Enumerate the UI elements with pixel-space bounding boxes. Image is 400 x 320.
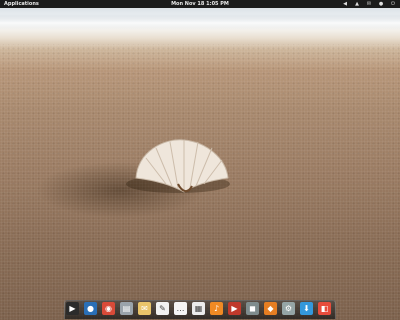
web-browser-icon[interactable]: ●: [84, 302, 97, 315]
settings-icon[interactable]: ⚙: [282, 302, 295, 315]
system-tray: ◀ ▲ ✉ ● ⏻: [342, 1, 396, 7]
downloads-icon[interactable]: ⬇: [300, 302, 313, 315]
music-icon[interactable]: ♪: [210, 302, 223, 315]
clock[interactable]: Mon Nov 18 1:05 PM: [0, 0, 400, 8]
calendar-icon[interactable]: ▦: [192, 302, 205, 315]
wave-foam: [0, 16, 400, 30]
text-editor-icon[interactable]: ✎: [156, 302, 169, 315]
network-icon[interactable]: ▲: [354, 1, 360, 7]
chrome-icon[interactable]: ◉: [102, 302, 115, 315]
terminal-icon[interactable]: ▶: [66, 302, 79, 315]
user-icon[interactable]: ●: [378, 1, 384, 7]
power-icon[interactable]: ⏻: [390, 1, 396, 7]
photos-icon[interactable]: ◼: [246, 302, 259, 315]
software-center-icon[interactable]: ◆: [264, 302, 277, 315]
media-player-icon[interactable]: ▶: [228, 302, 241, 315]
appearance-icon[interactable]: ◧: [318, 302, 331, 315]
files-icon[interactable]: ▤: [120, 302, 133, 315]
top-panel: Applications Mon Nov 18 1:05 PM ◀ ▲ ✉ ● …: [0, 0, 400, 8]
mail-icon[interactable]: ✉: [138, 302, 151, 315]
mail-icon[interactable]: ✉: [366, 1, 372, 7]
seashell: [126, 139, 230, 193]
messaging-icon[interactable]: …: [174, 302, 187, 315]
dock-icons: ▶ ● ◉ ▤ ✉ ✎ … ▦ ♪ ▶ ◼ ◆ ⚙ ⬇ ◧: [66, 302, 331, 315]
volume-icon[interactable]: ◀: [342, 1, 348, 7]
